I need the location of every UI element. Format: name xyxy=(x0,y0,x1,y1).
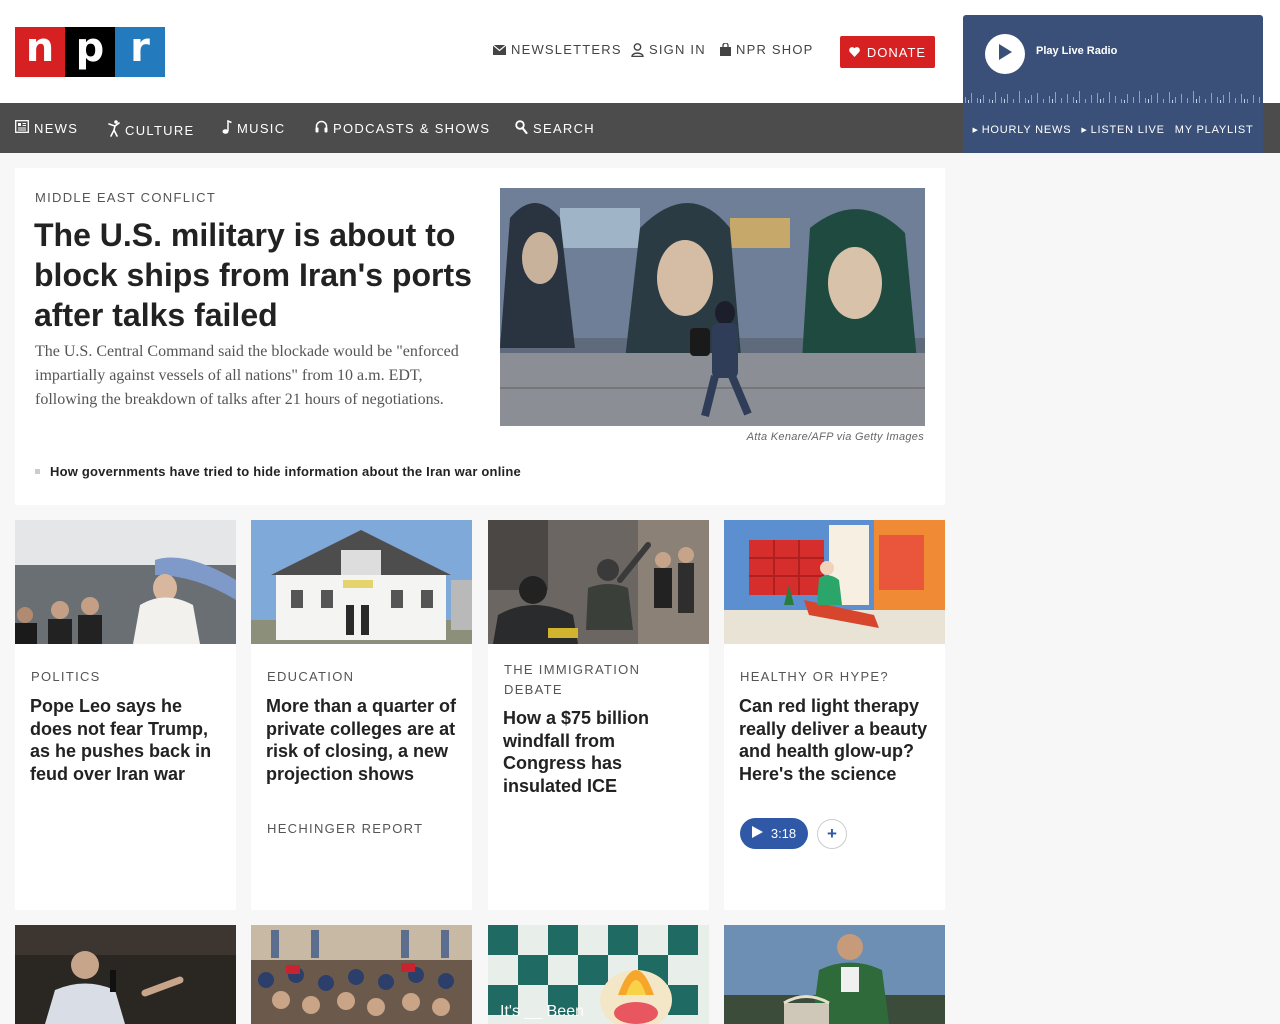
hero-headline[interactable]: The U.S. military is about to block ship… xyxy=(34,215,474,335)
audio-controls: 3:18 + xyxy=(740,818,847,849)
story-image[interactable] xyxy=(724,925,945,1024)
search-icon xyxy=(515,120,528,137)
nav-item-culture[interactable]: CULTURE xyxy=(108,120,195,140)
story-image[interactable] xyxy=(724,520,945,644)
logo-letter-r: r xyxy=(115,27,165,77)
sign-in-label: SIGN IN xyxy=(649,42,706,57)
donate-button[interactable]: DONATE xyxy=(840,36,935,68)
story-image[interactable]: It's __ Been xyxy=(488,925,709,1024)
story-image[interactable] xyxy=(488,520,709,644)
main-nav: NEWS CULTURE MUSIC PODCASTS & SHOWS SEAR… xyxy=(0,103,963,153)
nav-label-search: SEARCH xyxy=(533,121,595,136)
nav-label-music: MUSIC xyxy=(237,121,286,136)
story-kicker[interactable]: POLITICS xyxy=(31,667,226,687)
heart-icon xyxy=(849,45,860,60)
my-playlist-label: MY PLAYLIST xyxy=(1174,124,1254,136)
story-image[interactable] xyxy=(15,925,236,1024)
nav-item-podcasts[interactable]: PODCASTS & SHOWS xyxy=(315,120,490,136)
story-image[interactable] xyxy=(15,520,236,644)
bullet-square-icon xyxy=(35,469,40,474)
shopping-bag-icon xyxy=(720,43,731,56)
npr-logo[interactable]: n p r xyxy=(15,27,165,77)
play-triangle-icon: ▶ xyxy=(1081,127,1088,134)
add-to-playlist-button[interactable]: + xyxy=(817,818,847,849)
story-kicker[interactable]: THE IMMIGRATION DEBATE xyxy=(504,660,699,700)
nav-label-news: NEWS xyxy=(34,120,79,136)
hero-image-credit: Atta Kenare/AFP via Getty Images xyxy=(746,431,924,443)
listen-audio-button[interactable]: 3:18 xyxy=(740,818,808,849)
nav-bar-extension xyxy=(1263,103,1280,153)
nav-item-news[interactable]: NEWS xyxy=(15,120,78,136)
user-icon xyxy=(631,42,644,57)
listen-live-label: LISTEN LIVE xyxy=(1090,124,1165,136)
hero-image[interactable] xyxy=(500,188,925,426)
headphones-icon xyxy=(315,120,328,136)
story-card: HEALTHY OR HYPE? Can red light therapy r… xyxy=(724,520,945,910)
hourly-news-link[interactable]: ▶ HOURLY NEWS xyxy=(973,124,1072,136)
play-live-radio-button[interactable] xyxy=(985,34,1025,74)
plus-icon: + xyxy=(827,823,837,843)
nav-item-music[interactable]: MUSIC xyxy=(222,119,286,137)
play-triangle-icon: ▶ xyxy=(972,127,979,134)
story-image[interactable] xyxy=(251,925,472,1024)
nav-label-culture: CULTURE xyxy=(125,122,195,138)
image-overlay-text: It's __ Been xyxy=(500,1003,584,1020)
hero-related-label: How governments have tried to hide infor… xyxy=(50,464,521,479)
hero-teaser: The U.S. Central Command said the blocka… xyxy=(35,343,459,408)
play-icon xyxy=(997,43,1013,66)
story-card: POLITICS Pope Leo says he does not fear … xyxy=(15,520,236,910)
newsletters-link[interactable]: NEWSLETTERS xyxy=(493,42,622,57)
logo-letter-n: n xyxy=(15,27,65,77)
story-headline[interactable]: Can red light therapy really deliver a b… xyxy=(739,695,934,785)
play-icon xyxy=(751,826,763,841)
sign-in-link[interactable]: SIGN IN xyxy=(631,42,706,57)
player-links: ▶ HOURLY NEWS ▶ LISTEN LIVE MY PLAYLIST xyxy=(963,118,1263,142)
story-card: THE IMMIGRATION DEBATE How a $75 billion… xyxy=(488,520,709,910)
newspaper-icon xyxy=(15,120,29,136)
story-card: EDUCATION More than a quarter of private… xyxy=(251,520,472,910)
hero-related-link[interactable]: How governments have tried to hide infor… xyxy=(35,464,521,479)
newsletters-label: NEWSLETTERS xyxy=(511,42,622,57)
story-headline[interactable]: Pope Leo says he does not fear Trump, as… xyxy=(30,695,225,785)
story-kicker[interactable]: HEALTHY OR HYPE? xyxy=(740,667,935,687)
play-live-radio-label: Play Live Radio xyxy=(1036,45,1118,57)
story-headline[interactable]: More than a quarter of private colleges … xyxy=(266,695,461,785)
npr-shop-link[interactable]: NPR SHOP xyxy=(720,42,814,57)
story-kicker[interactable]: EDUCATION xyxy=(267,667,462,687)
npr-shop-label: NPR SHOP xyxy=(736,42,814,57)
dancer-icon xyxy=(108,120,120,140)
donate-label: DONATE xyxy=(866,44,927,60)
hero-kicker[interactable]: MIDDLE EAST CONFLICT xyxy=(35,190,216,205)
hero-story-card: MIDDLE EAST CONFLICT The U.S. military i… xyxy=(15,168,945,505)
story-headline[interactable]: How a $75 billion windfall from Congress… xyxy=(503,707,698,797)
audio-duration: 3:18 xyxy=(770,826,797,841)
audio-waveform-graphic xyxy=(965,91,1260,103)
nav-label-podcasts: PODCASTS & SHOWS xyxy=(333,120,491,136)
nav-item-search[interactable]: SEARCH xyxy=(515,120,595,137)
story-image[interactable] xyxy=(251,520,472,644)
logo-letter-p: p xyxy=(65,27,115,77)
live-radio-player: Play Live Radio ▶ HOURLY NEWS ▶ LISTEN LIV… xyxy=(963,15,1263,153)
story-source[interactable]: HECHINGER REPORT xyxy=(267,821,423,836)
my-playlist-link[interactable]: MY PLAYLIST xyxy=(1175,124,1254,136)
listen-live-link[interactable]: ▶ LISTEN LIVE xyxy=(1081,124,1164,136)
envelope-icon xyxy=(493,44,506,55)
hourly-news-label: HOURLY NEWS xyxy=(981,124,1072,136)
music-note-icon xyxy=(222,119,232,137)
